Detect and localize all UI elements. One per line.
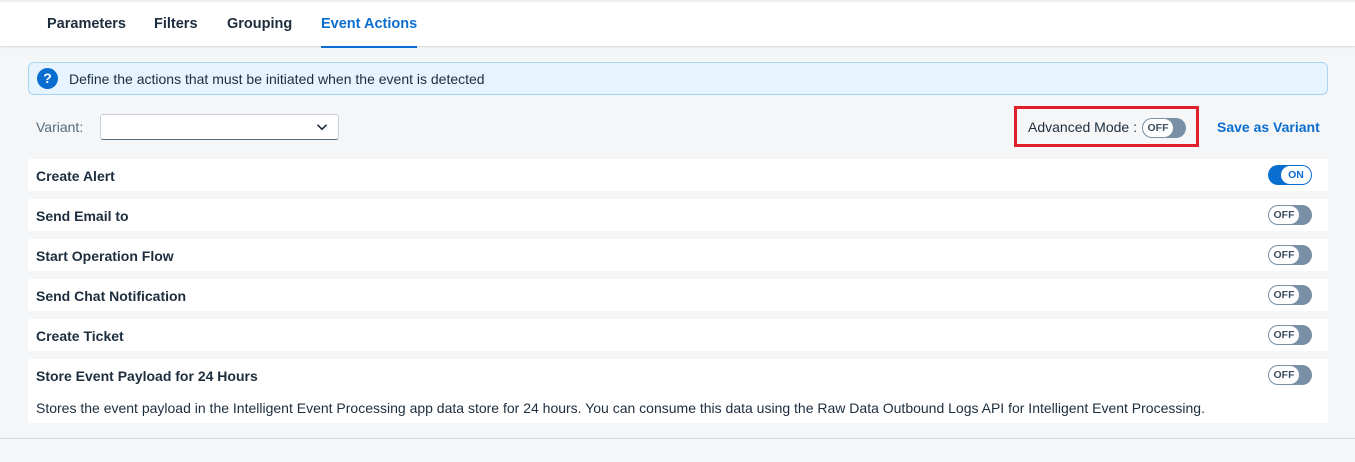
info-text: Define the actions that must be initiate… xyxy=(69,71,485,87)
action-row-send-chat-notification: Send Chat Notification OFF xyxy=(28,279,1328,311)
info-strip: ? Define the actions that must be initia… xyxy=(28,62,1328,95)
store-event-payload-switch[interactable]: OFF xyxy=(1268,365,1312,385)
action-label: Send Email to xyxy=(36,208,129,224)
advanced-mode-highlight: Advanced Mode : OFF xyxy=(1014,106,1199,147)
action-label: Send Chat Notification xyxy=(36,288,187,304)
variant-select[interactable] xyxy=(100,114,339,140)
action-label: Create Ticket xyxy=(36,328,124,344)
send-chat-notification-switch[interactable]: OFF xyxy=(1268,285,1312,305)
chevron-down-icon xyxy=(316,124,328,131)
action-label: Store Event Payload for 24 Hours xyxy=(36,368,258,384)
action-label: Create Alert xyxy=(36,168,115,184)
tab-bar: Parameters Filters Grouping Event Action… xyxy=(0,0,1355,48)
action-row-create-ticket: Create Ticket OFF xyxy=(28,319,1328,351)
switch-state: OFF xyxy=(1269,286,1299,304)
action-row-send-email: Send Email to OFF xyxy=(28,199,1328,231)
tab-parameters[interactable]: Parameters xyxy=(47,16,126,48)
tab-filters[interactable]: Filters xyxy=(154,16,198,48)
action-row-store-event-payload: Store Event Payload for 24 Hours OFF Sto… xyxy=(28,359,1328,423)
footer-divider xyxy=(0,438,1355,439)
action-row-start-operation-flow: Start Operation Flow OFF xyxy=(28,239,1328,271)
action-row-create-alert: Create Alert ON xyxy=(28,159,1328,191)
tab-grouping[interactable]: Grouping xyxy=(227,16,292,48)
switch-state: OFF xyxy=(1143,119,1173,137)
switch-state: OFF xyxy=(1269,246,1299,264)
start-operation-flow-switch[interactable]: OFF xyxy=(1268,245,1312,265)
advanced-mode-label: Advanced Mode : xyxy=(1028,119,1137,135)
action-label: Start Operation Flow xyxy=(36,248,174,264)
create-ticket-switch[interactable]: OFF xyxy=(1268,325,1312,345)
save-as-variant-link[interactable]: Save as Variant xyxy=(1217,119,1320,135)
create-alert-switch[interactable]: ON xyxy=(1268,165,1312,185)
switch-state: ON xyxy=(1281,166,1311,184)
action-description: Stores the event payload in the Intellig… xyxy=(36,400,1205,416)
switch-state: OFF xyxy=(1269,206,1299,224)
send-email-switch[interactable]: OFF xyxy=(1268,205,1312,225)
advanced-mode-switch[interactable]: OFF xyxy=(1142,118,1186,138)
switch-state: OFF xyxy=(1269,326,1299,344)
variant-label: Variant: xyxy=(36,119,84,135)
question-icon: ? xyxy=(37,68,58,89)
tab-event-actions[interactable]: Event Actions xyxy=(321,16,418,48)
switch-state: OFF xyxy=(1269,366,1299,384)
